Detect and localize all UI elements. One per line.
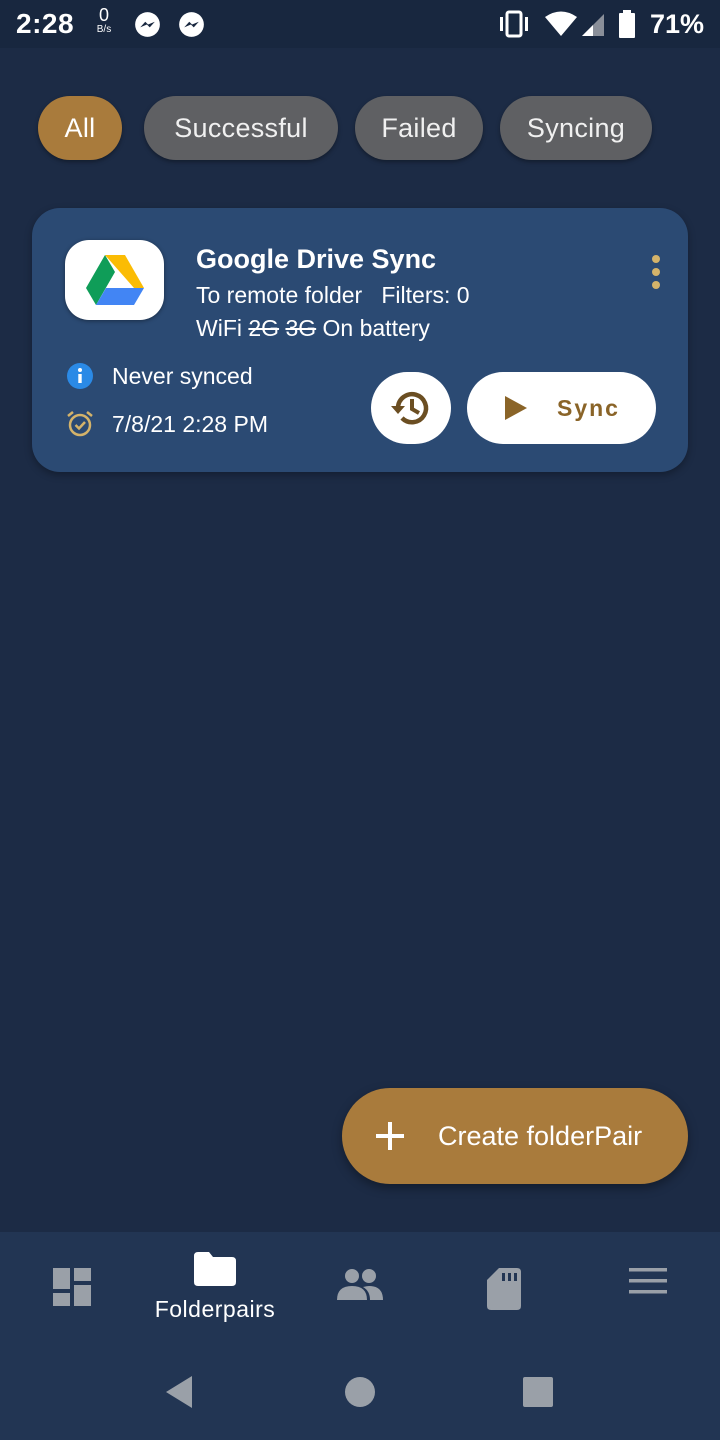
network-wifi: WiFi — [196, 315, 242, 341]
network-2g: 2G — [248, 315, 280, 341]
bottom-navigation: Folderpairs — [0, 1232, 720, 1344]
battery-icon — [619, 10, 635, 38]
more-options-icon[interactable] — [644, 252, 668, 292]
vibrate-icon — [500, 10, 528, 38]
network-3g: 3G — [285, 315, 317, 341]
net-speed-unit: B/s — [96, 24, 112, 35]
sync-direction: To remote folder — [196, 282, 363, 308]
net-speed-indicator: 0 B/s — [92, 6, 116, 35]
filter-chip-label: Successful — [174, 112, 308, 143]
system-navigation-bar — [0, 1344, 720, 1440]
folderpair-card[interactable]: Google Drive Sync To remote folder Filte… — [32, 208, 688, 472]
folderpair-name: Google Drive Sync — [196, 244, 437, 274]
power-condition: On battery — [322, 315, 430, 341]
back-icon[interactable] — [162, 1374, 198, 1410]
filter-chip-all[interactable]: All — [38, 96, 122, 160]
sync-button-label: Sync — [557, 394, 620, 421]
nav-item-label: Folderpairs — [154, 1296, 276, 1322]
battery-percent: 71% — [650, 9, 705, 39]
wifi-icon — [545, 11, 577, 36]
account-logo — [65, 240, 164, 320]
filter-chip-failed[interactable]: Failed — [355, 96, 483, 160]
folderpair-direction-line: To remote folder Filters: 0 — [196, 282, 470, 309]
nav-item-storage[interactable] — [486, 1232, 522, 1344]
net-speed-value: 0 — [98, 5, 109, 25]
home-icon[interactable] — [342, 1374, 378, 1410]
play-icon — [505, 396, 527, 420]
status-time: 2:28 — [16, 8, 75, 39]
schedule-row: 7/8/21 2:28 PM — [66, 410, 268, 438]
history-icon — [391, 391, 429, 425]
folderpair-conditions-line: WiFi 2G 3G On battery — [196, 315, 430, 342]
dashboard-icon — [53, 1268, 91, 1306]
nav-item-folderpairs[interactable]: Folderpairs — [140, 1232, 290, 1344]
last-sync-row: Never synced — [66, 362, 253, 390]
last-sync-status: Never synced — [112, 362, 253, 389]
menu-icon — [629, 1268, 667, 1294]
history-button[interactable] — [371, 372, 451, 444]
status-bar: 2:28 0 B/s 71% — [0, 0, 720, 48]
alarm-icon — [67, 411, 93, 437]
next-sync-time: 7/8/21 2:28 PM — [112, 410, 268, 437]
create-folderpair-button[interactable]: Create folderPair — [342, 1088, 688, 1184]
sync-button[interactable]: Sync — [467, 372, 656, 444]
sd-card-icon — [487, 1268, 521, 1310]
messenger-icon — [179, 12, 204, 37]
nav-item-accounts[interactable] — [336, 1232, 384, 1344]
nav-item-dashboard[interactable] — [52, 1232, 92, 1344]
create-folderpair-label: Create folderPair — [438, 1120, 643, 1151]
messenger-icon — [135, 12, 160, 37]
cell-signal-icon — [582, 14, 604, 36]
filter-chip-successful[interactable]: Successful — [144, 96, 338, 160]
filters-count: Filters: 0 — [381, 282, 470, 308]
google-drive-icon — [85, 255, 144, 305]
filter-chip-label: All — [64, 112, 96, 143]
recents-icon[interactable] — [520, 1374, 556, 1410]
folder-icon — [194, 1252, 236, 1286]
nav-item-menu[interactable] — [628, 1232, 668, 1344]
info-icon — [67, 363, 93, 389]
filter-chip-syncing[interactable]: Syncing — [500, 96, 652, 160]
filter-chip-label: Syncing — [526, 112, 626, 143]
accounts-icon — [337, 1269, 383, 1300]
plus-icon — [376, 1122, 404, 1150]
filter-chip-label: Failed — [381, 112, 457, 143]
